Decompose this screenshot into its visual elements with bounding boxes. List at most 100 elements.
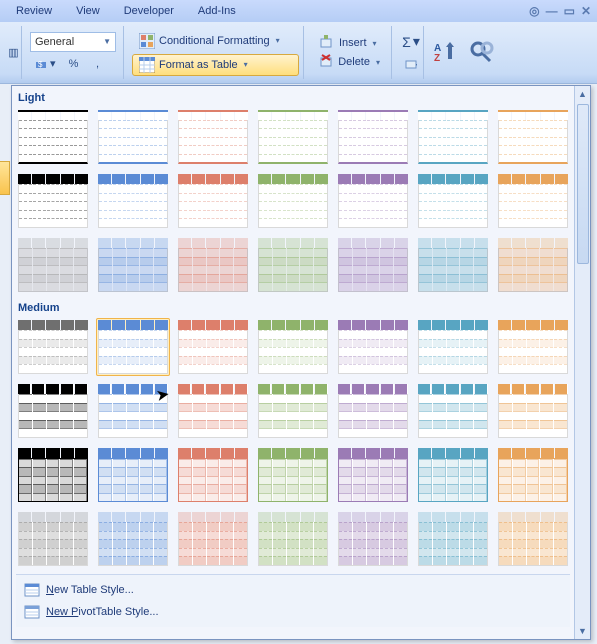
table-style-thumb[interactable] [416,446,490,504]
table-style-thumb[interactable] [176,108,250,166]
number-format-select[interactable]: General ▼ [30,32,116,52]
gallery-command-list: New Table Style... New PivotTable Style..… [16,574,570,627]
table-style-thumb[interactable] [176,236,250,294]
table-style-thumb[interactable] [336,318,410,376]
table-style-thumb[interactable] [16,172,90,230]
restore-icon[interactable]: ▭ [564,4,575,18]
format-as-table-icon [139,57,155,73]
table-style-thumb[interactable] [416,382,490,440]
table-style-thumb[interactable] [336,510,410,568]
insert-cells-button[interactable]: Insert ▾ [312,34,387,52]
table-style-thumb[interactable] [16,236,90,294]
table-style-thumb[interactable] [16,382,90,440]
table-style-new-icon [24,582,40,598]
table-style-thumb[interactable] [256,382,330,440]
table-style-thumb[interactable] [336,446,410,504]
tab-addins[interactable]: Add-Ins [186,2,248,20]
table-style-thumb[interactable] [416,318,490,376]
comma-button[interactable]: , [87,54,109,74]
table-style-thumb[interactable] [336,236,410,294]
table-style-thumb[interactable] [176,318,250,376]
chevron-down-icon: ▾ [376,58,380,67]
table-style-thumb[interactable] [16,510,90,568]
table-style-thumb[interactable] [496,236,570,294]
chevron-down-icon: ▾ [373,39,377,48]
tab-review[interactable]: Review [4,2,64,20]
gallery-category-label: Medium [16,300,570,318]
table-style-thumb[interactable] [496,108,570,166]
insert-label: Insert [339,37,367,49]
table-style-thumb[interactable] [256,446,330,504]
table-style-thumb[interactable] [16,318,90,376]
table-style-thumb[interactable] [416,236,490,294]
table-style-thumb[interactable] [96,172,170,230]
table-style-thumb[interactable] [256,172,330,230]
find-select-button[interactable] [468,39,496,67]
format-as-table-button[interactable]: Format as Table ▾ [132,54,299,76]
table-style-thumb[interactable] [256,108,330,166]
scroll-thumb[interactable] [577,104,589,264]
ribbon-tab-bar: Review View Developer Add-Ins ◎ — ▭ ✕ [0,0,597,22]
table-style-thumb[interactable] [336,382,410,440]
close-icon[interactable]: ✕ [581,4,591,18]
table-style-thumb[interactable] [176,446,250,504]
scroll-up-icon[interactable]: ▲ [575,86,590,102]
autosum-button[interactable]: Σ▾ [400,32,422,52]
percent-button[interactable]: % [63,54,85,74]
table-style-thumb[interactable] [96,108,170,166]
table-style-thumb[interactable] [496,446,570,504]
ribbon: ▥ General ▼ $ ▾ % , Conditional Formatti… [0,22,597,84]
table-style-thumb[interactable] [416,172,490,230]
sort-filter-button[interactable]: AZ [432,39,460,67]
new-table-style-button[interactable]: New Table Style... [16,579,570,601]
table-style-thumb[interactable] [176,510,250,568]
conditional-formatting-button[interactable]: Conditional Formatting ▾ [132,30,299,52]
tab-view[interactable]: View [64,2,112,20]
table-style-thumb[interactable] [176,172,250,230]
chevron-down-icon: ▾ [276,36,280,45]
command-label: New PivotTable Style... [46,606,159,618]
table-style-thumb[interactable] [256,318,330,376]
minimize-icon[interactable]: — [546,4,558,18]
format-as-table-label: Format as Table [159,59,238,71]
table-style-thumb[interactable] [96,236,170,294]
table-style-thumb[interactable] [496,382,570,440]
conditional-formatting-icon [139,33,155,49]
selected-cell-edge [0,161,10,195]
table-style-thumb[interactable] [416,108,490,166]
insert-icon [319,35,335,51]
command-label: New Table Style... [46,584,134,596]
table-style-thumb[interactable] [16,108,90,166]
svg-text:$: $ [38,60,43,69]
table-style-thumb[interactable] [496,172,570,230]
delete-cells-button[interactable]: Delete ▾ [312,53,387,71]
table-style-thumb[interactable] [256,510,330,568]
table-style-thumb[interactable] [16,446,90,504]
delete-icon [319,54,334,70]
table-style-thumb[interactable] [96,510,170,568]
table-style-thumb[interactable] [176,382,250,440]
table-style-thumb[interactable] [256,236,330,294]
new-pivottable-style-button[interactable]: New PivotTable Style... [16,601,570,623]
chevron-down-icon: ▼ [103,37,111,46]
gallery-category-label: Light [16,90,570,108]
gallery-scrollbar[interactable]: ▲ ▼ [574,86,590,639]
paste-expand[interactable]: ▥ [3,43,25,63]
table-style-thumb[interactable] [96,318,170,376]
table-style-thumb[interactable] [496,318,570,376]
fill-button[interactable] [400,54,422,74]
tab-developer[interactable]: Developer [112,2,186,20]
help-icon[interactable]: ◎ [529,4,539,18]
table-style-thumb[interactable] [416,510,490,568]
table-style-thumb[interactable] [96,446,170,504]
number-format-value: General [35,36,74,48]
table-style-thumb[interactable] [336,172,410,230]
accounting-format-button[interactable]: $ ▾ [30,54,61,74]
delete-label: Delete [338,56,370,68]
chevron-down-icon: ▾ [244,60,248,69]
table-style-thumb[interactable] [96,382,170,440]
table-style-thumb[interactable] [336,108,410,166]
svg-text:Z: Z [434,53,440,64]
table-style-thumb[interactable] [496,510,570,568]
scroll-down-icon[interactable]: ▼ [575,623,590,639]
